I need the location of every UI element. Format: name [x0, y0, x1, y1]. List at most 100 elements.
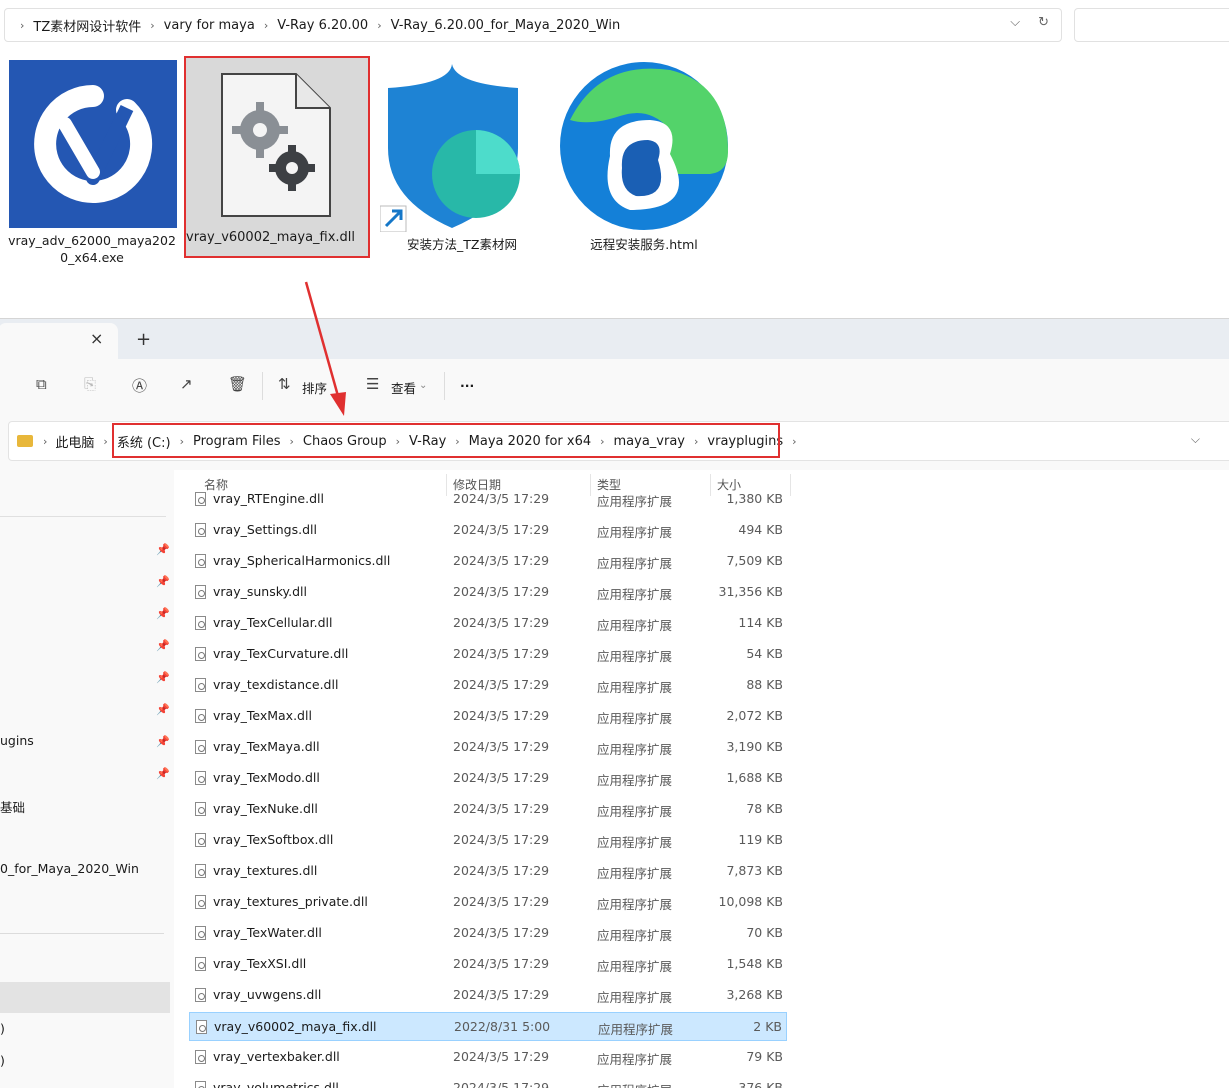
breadcrumb-this-pc[interactable]: 此电脑: [55, 432, 94, 451]
file-type: 应用程序扩展: [597, 928, 673, 943]
dll-file-icon: [195, 833, 206, 847]
copy-icon[interactable]: ⧉: [36, 375, 47, 393]
chevron-down-icon[interactable]: ⌵: [1010, 15, 1020, 30]
file-row[interactable]: vray_Settings.dll 2024/3/5 17:29 应用程序扩展 494…: [189, 516, 787, 545]
file-name: vray_TexModo.dll: [213, 770, 320, 785]
share-icon[interactable]: ↗: [180, 375, 193, 393]
file-size: 114 KB: [738, 615, 783, 630]
file-name: vray_TexMaya.dll: [213, 739, 320, 754]
file-row[interactable]: vray_vertexbaker.dll 2024/3/5 17:29 应用程序扩展…: [189, 1043, 787, 1072]
dll-file-icon: [195, 523, 206, 537]
file-size: 1,688 KB: [726, 770, 783, 785]
file-name: vray_texdistance.dll: [213, 677, 339, 692]
chevron-down-icon[interactable]: ⌄: [419, 380, 427, 391]
file-row[interactable]: vray_TexModo.dll 2024/3/5 17:29 应用程序扩展 1,68…: [189, 764, 787, 793]
file-row[interactable]: vray_TexSoftbox.dll 2024/3/5 17:29 应用程序扩展 1…: [189, 826, 787, 855]
delete-icon[interactable]: 🗑: [228, 375, 247, 393]
dll-file-icon: [195, 678, 206, 692]
file-type: 应用程序扩展: [597, 587, 673, 602]
file-type: 应用程序扩展: [597, 1052, 673, 1067]
file-row[interactable]: vray_textures_private.dll 2024/3/5 17:29 应…: [189, 888, 787, 917]
refresh-icon[interactable]: ↻: [1038, 15, 1049, 30]
file-date: 2024/3/5 17:29: [453, 584, 550, 599]
highlight-box-path: [112, 423, 780, 458]
top-breadcrumb-item[interactable]: V-Ray_6.20.00_for_Maya_2020_Win: [391, 18, 621, 33]
dll-file-icon: [195, 709, 206, 723]
view-icon[interactable]: ☰: [366, 375, 379, 393]
file-row[interactable]: vray_TexWater.dll 2024/3/5 17:29 应用程序扩展 70 …: [189, 919, 787, 948]
file-name: vray_textures_private.dll: [213, 894, 368, 909]
pin-icon: 📌: [156, 671, 170, 684]
file-name: vray_uvwgens.dll: [213, 987, 322, 1002]
file-date: 2024/3/5 17:29: [453, 646, 550, 661]
file-name: vray_TexWater.dll: [213, 925, 322, 940]
file-row[interactable]: vray_uvwgens.dll 2024/3/5 17:29 应用程序扩展 3,26…: [189, 981, 787, 1010]
sort-button[interactable]: 排序: [302, 378, 327, 397]
file-tile-vray-exe[interactable]: vray_adv_62000_maya2020_x64.exe: [6, 60, 178, 266]
file-size: 31,356 KB: [718, 584, 783, 599]
nav-item-selected[interactable]: [0, 982, 170, 1013]
file-tile-shortcut[interactable]: 安装方法_TZ素材网: [379, 60, 544, 253]
file-row[interactable]: vray_sunsky.dll 2024/3/5 17:29 应用程序扩展 31,35…: [189, 578, 787, 607]
file-name: vray_TexXSI.dll: [213, 956, 307, 971]
divider: [0, 516, 166, 517]
highlight-box-file: [184, 56, 370, 258]
file-row[interactable]: vray_TexNuke.dll 2024/3/5 17:29 应用程序扩展 78 K…: [189, 795, 787, 824]
file-row[interactable]: vray_TexCellular.dll 2024/3/5 17:29 应用程序扩展…: [189, 609, 787, 638]
nav-item[interactable]: 基础: [0, 797, 25, 816]
file-row[interactable]: vray_volumetrics.dll2024/3/5 17:29应用程序扩展…: [189, 1074, 787, 1088]
file-row[interactable]: vray_TexXSI.dll 2024/3/5 17:29 应用程序扩展 1,548…: [189, 950, 787, 979]
navigation-pane: 📌 📌 📌 📌 📌 📌 📌 📌 ugins 基础 0_for_Maya_2020…: [0, 470, 174, 1088]
top-breadcrumb-item[interactable]: TZ素材网设计软件: [33, 16, 141, 35]
more-options-button[interactable]: ···: [460, 378, 474, 393]
file-row[interactable]: vray_TexMax.dll 2024/3/5 17:29 应用程序扩展 2,072…: [189, 702, 787, 731]
file-size: 3,268 KB: [726, 987, 783, 1002]
view-button[interactable]: 查看: [391, 378, 416, 397]
dll-file-icon: [195, 926, 206, 940]
top-breadcrumb-item[interactable]: V-Ray 6.20.00: [277, 18, 368, 33]
file-row[interactable]: vray_TexCurvature.dll 2024/3/5 17:29 应用程序扩…: [189, 640, 787, 669]
chevron-down-icon[interactable]: ⌵: [1191, 432, 1200, 447]
pin-icon: 📌: [156, 575, 170, 588]
file-date: 2024/3/5 17:29: [453, 987, 550, 1002]
file-type: 应用程序扩展: [597, 649, 673, 664]
dll-file-icon: [195, 895, 206, 909]
file-row[interactable]: vray_RTEngine.dll 2024/3/5 17:29 应用程序扩展 1,3…: [189, 485, 787, 514]
file-row[interactable]: vray_TexMaya.dll 2024/3/5 17:29 应用程序扩展 3,19…: [189, 733, 787, 762]
file-tile-html[interactable]: 远程安装服务.html: [560, 60, 728, 253]
nav-item[interactable]: ): [0, 1053, 5, 1068]
file-date: 2024/3/5 17:29: [453, 925, 550, 940]
file-name: vray_TexNuke.dll: [213, 801, 318, 816]
rename-icon[interactable]: Ⓐ: [132, 375, 147, 396]
shield-shortcut-icon: [379, 60, 544, 233]
paste-icon[interactable]: ⎘: [84, 375, 96, 393]
top-breadcrumb-item[interactable]: vary for maya: [164, 18, 255, 33]
file-row[interactable]: vray_SphericalHarmonics.dll 2024/3/5 17:2…: [189, 547, 787, 576]
nav-item[interactable]: ): [0, 1021, 5, 1036]
file-tile-label: 安装方法_TZ素材网: [407, 237, 517, 252]
dll-file-icon: [195, 802, 206, 816]
pin-icon: 📌: [156, 703, 170, 716]
nav-item[interactable]: ugins: [0, 733, 34, 748]
top-search-box[interactable]: [1074, 8, 1229, 42]
file-type: 应用程序扩展: [597, 835, 673, 850]
top-address-bar[interactable]: › TZ素材网设计软件 › vary for maya › V-Ray 6.20…: [4, 8, 1062, 42]
file-row[interactable]: vray_texdistance.dll 2024/3/5 17:29 应用程序扩展…: [189, 671, 787, 700]
file-size: 3,190 KB: [726, 739, 783, 754]
chevron-right-icon: ›: [263, 18, 269, 32]
file-date: 2024/3/5 17:29: [453, 956, 550, 971]
add-tab-icon[interactable]: +: [136, 329, 151, 350]
dll-file-icon: [195, 585, 206, 599]
file-size: 70 KB: [746, 925, 783, 940]
file-date: 2024/3/5 17:29: [453, 1049, 550, 1064]
file-type: 应用程序扩展: [597, 711, 673, 726]
file-row-selected[interactable]: vray_v60002_maya_fix.dll 2022/8/31 5:00 应用…: [189, 1012, 787, 1041]
close-icon[interactable]: ×: [90, 329, 103, 348]
nav-item[interactable]: 0_for_Maya_2020_Win: [0, 861, 139, 876]
file-tile-label: 远程安装服务.html: [590, 237, 698, 252]
file-name: vray_vertexbaker.dll: [213, 1049, 340, 1064]
file-row[interactable]: vray_textures.dll 2024/3/5 17:29 应用程序扩展 7,8…: [189, 857, 787, 886]
file-date: 2024/3/5 17:29: [453, 522, 550, 537]
sort-icon[interactable]: ⇅: [278, 375, 291, 393]
file-type: 应用程序扩展: [597, 494, 673, 509]
